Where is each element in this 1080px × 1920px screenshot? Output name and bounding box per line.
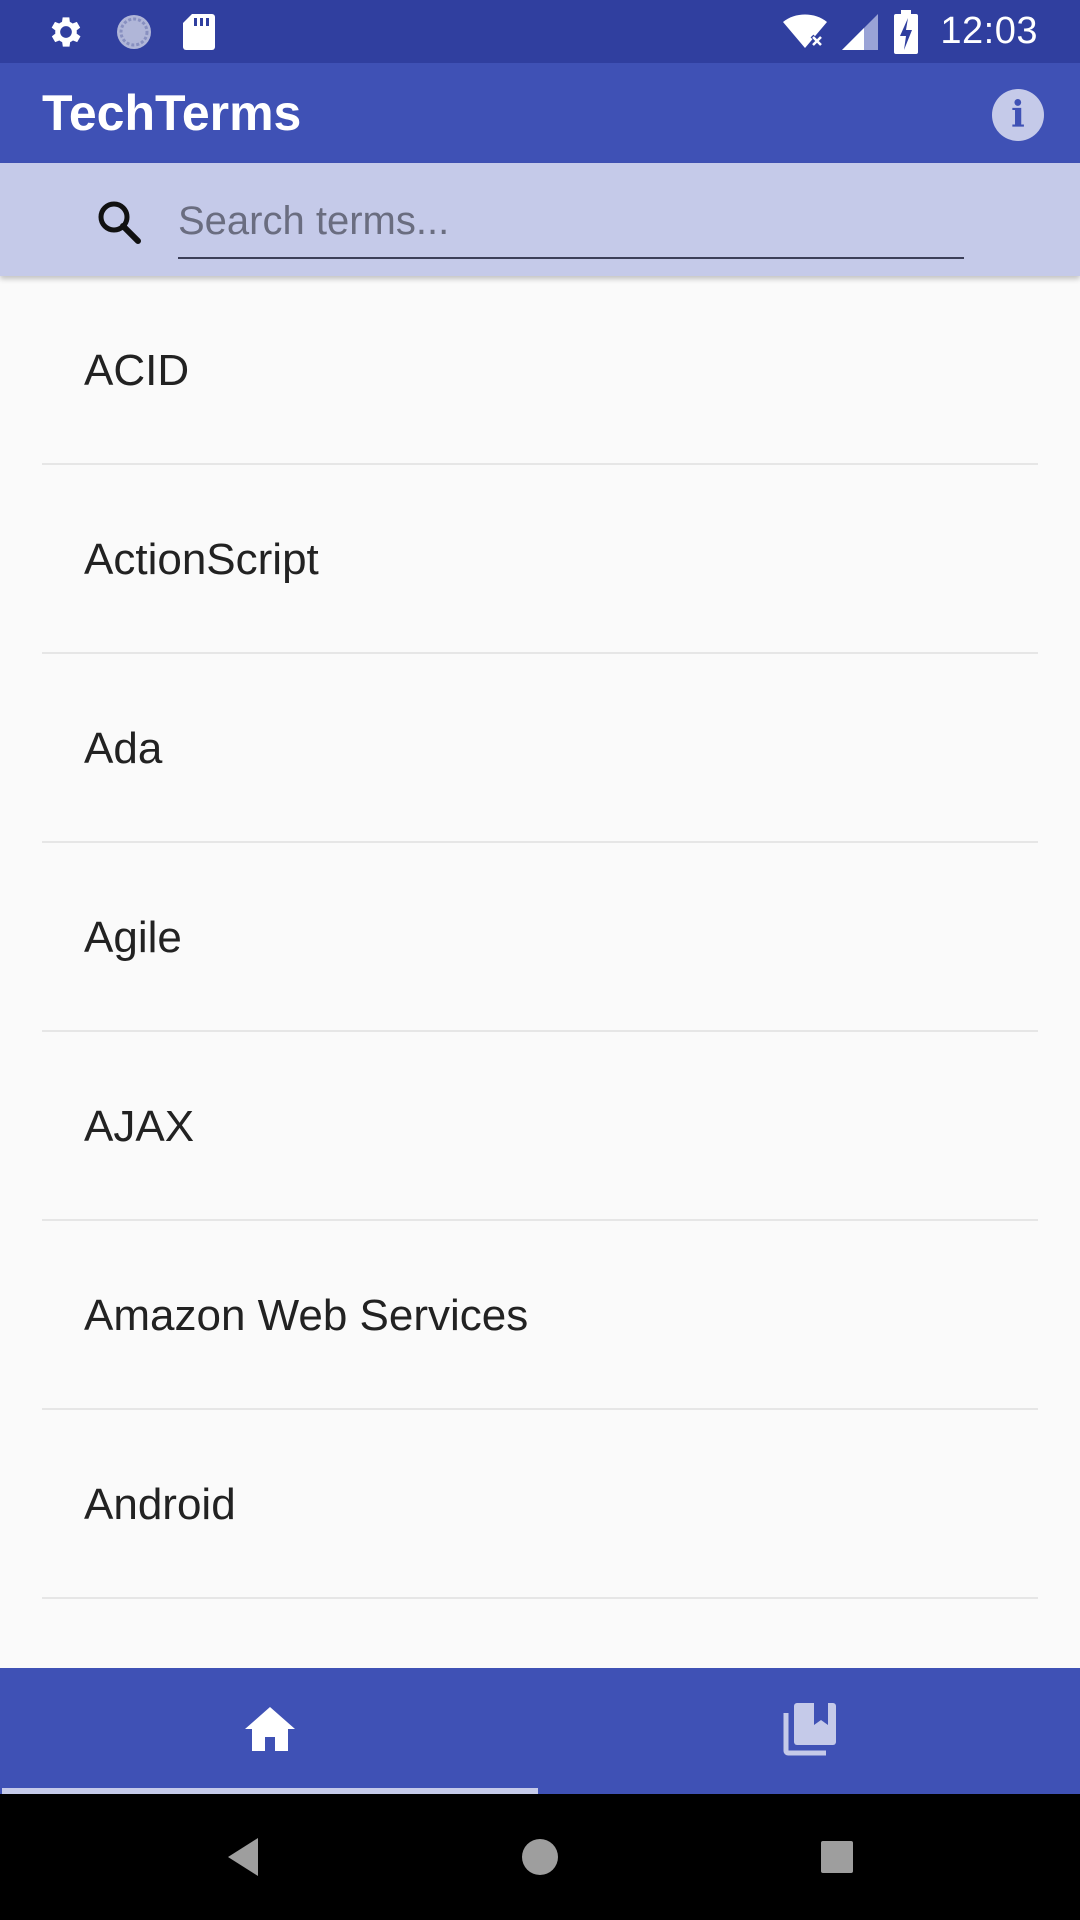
app-title: TechTerms — [42, 85, 302, 141]
screen: 12:03 TechTerms i ACID ActionScript Ada … — [0, 0, 1080, 1920]
tab-bookmarks[interactable] — [540, 1668, 1080, 1794]
status-time: 12:03 — [940, 10, 1038, 52]
info-icon: i — [1011, 94, 1025, 136]
app-bar: TechTerms i — [0, 63, 1080, 163]
search-input[interactable] — [178, 185, 964, 259]
term-label: Ada — [84, 723, 163, 773]
term-label: ActionScript — [84, 534, 319, 584]
info-button[interactable]: i — [992, 89, 1044, 141]
settings-icon — [46, 12, 86, 52]
system-nav-bar — [0, 1794, 1080, 1920]
term-label: Android — [84, 1479, 236, 1529]
status-bar: 12:03 — [0, 0, 1080, 63]
list-item[interactable]: Agile — [0, 843, 1080, 1032]
list-item[interactable]: AJAX — [0, 1032, 1080, 1221]
bookmarks-icon — [782, 1701, 838, 1762]
sd-card-icon — [182, 12, 216, 52]
sync-icon — [114, 12, 154, 52]
signal-icon — [842, 12, 880, 52]
recents-icon[interactable] — [814, 1834, 860, 1880]
term-list: ACID ActionScript Ada Agile AJAX Amazon … — [0, 276, 1080, 1668]
list-item[interactable]: ActionScript — [0, 465, 1080, 654]
list-item[interactable]: Android — [0, 1410, 1080, 1599]
status-bar-left — [46, 0, 216, 63]
search-bar — [0, 163, 1080, 276]
bottom-nav — [0, 1668, 1080, 1794]
battery-charging-icon — [894, 9, 919, 54]
home-icon — [243, 1705, 297, 1758]
term-label: Amazon Web Services — [84, 1290, 529, 1340]
term-label: AJAX — [84, 1101, 195, 1151]
list-item[interactable]: ACID — [0, 276, 1080, 465]
search-icon — [94, 197, 144, 247]
status-bar-right: 12:03 — [782, 0, 1038, 63]
back-icon[interactable] — [222, 1834, 268, 1880]
term-label: Agile — [84, 912, 182, 962]
term-label: ACID — [84, 345, 190, 395]
home-circle-icon[interactable] — [517, 1834, 563, 1880]
wifi-icon — [782, 12, 828, 52]
list-item[interactable]: Amazon Web Services — [0, 1221, 1080, 1410]
tab-home[interactable] — [0, 1668, 540, 1794]
list-item[interactable]: Ada — [0, 654, 1080, 843]
